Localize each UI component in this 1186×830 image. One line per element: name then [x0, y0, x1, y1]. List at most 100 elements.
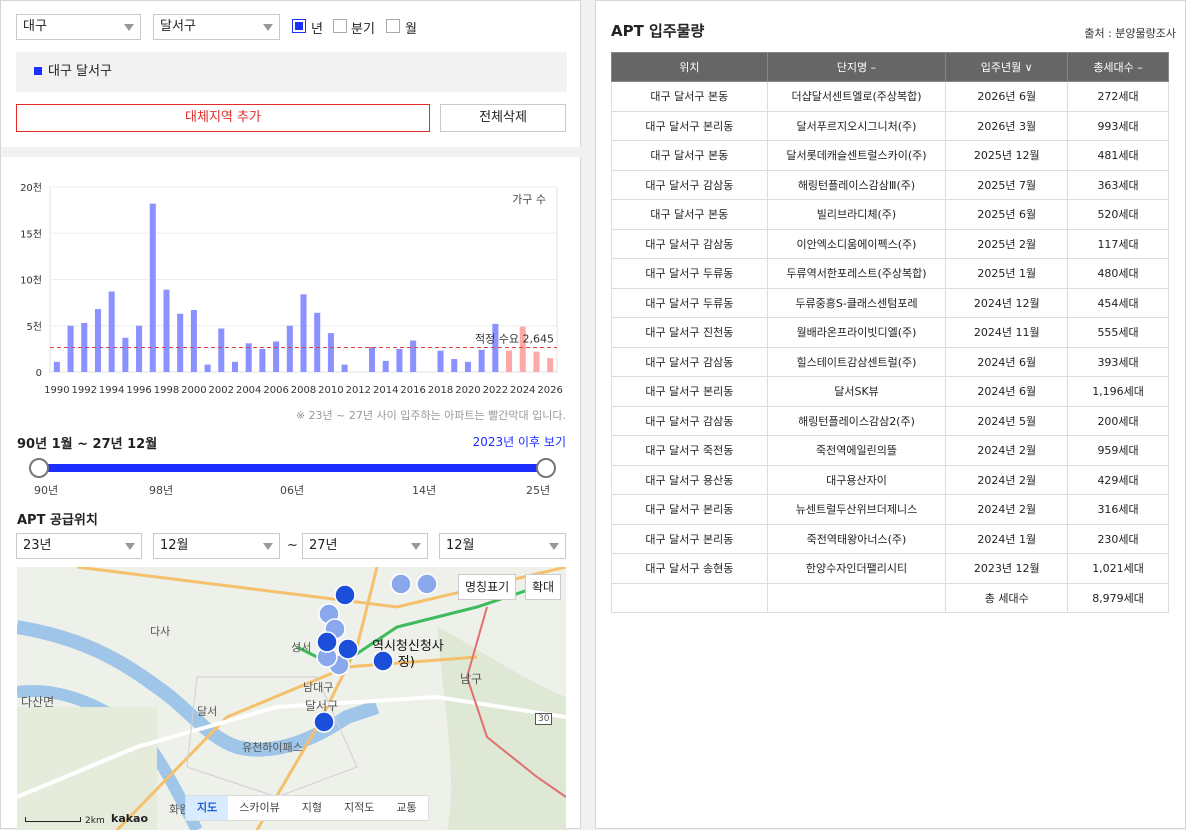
cell-complex-name: 힐스테이트감삼센트럴(주) [766, 346, 947, 377]
cell-complex-name: 해링턴플레이스감삼Ⅲ(주) [766, 169, 947, 200]
table-row[interactable]: 대구 달서구 두류동 두류역서한포레스트(주상복합) 2025년 1월 480세대 [611, 258, 1169, 289]
cell-total-units: 117세대 [1067, 228, 1169, 259]
cell-move-in-date: 2024년 11월 [945, 317, 1069, 348]
cell-location: 대구 달서구 용산동 [611, 464, 768, 495]
table-row[interactable]: 대구 달서구 본리동 달서SK뷰 2024년 6월 1,196세대 [611, 376, 1169, 407]
selected-region-box: 대구 달서구 [16, 52, 567, 92]
map-type-terrain[interactable]: 지형 [291, 796, 333, 820]
map-zoom-button[interactable]: 확대 [525, 574, 562, 600]
map-type-traffic[interactable]: 교통 [385, 796, 427, 820]
cell-move-in-date: 2025년 7월 [945, 169, 1069, 200]
x-tick-label: 2000 [181, 385, 206, 396]
section-divider [1, 147, 582, 157]
bar [533, 351, 540, 372]
kakao-logo: kakao [111, 812, 149, 825]
bar [94, 309, 101, 372]
col-move-in-date[interactable]: 입주년월 ∨ [945, 52, 1069, 82]
cell-complex-name: 대구용산자이 [766, 464, 947, 495]
bar [368, 347, 376, 372]
x-tick-label: 2020 [455, 385, 480, 396]
cell-location: 대구 달서구 진천동 [611, 317, 768, 348]
cell-move-in-date: 2024년 6월 [945, 376, 1069, 407]
table-row[interactable]: 대구 달서구 송현동 한양수자인더팰리시티 2023년 12월 1,021세대 [611, 553, 1169, 584]
table-row[interactable]: 대구 달서구 감삼동 이안엑소디움에이펙스(주) 2025년 2월 117세대 [611, 228, 1169, 259]
x-tick-label: 2010 [318, 385, 343, 396]
cell-move-in-date: 2024년 2월 [945, 464, 1069, 495]
table-row[interactable]: 대구 달서구 감삼동 해링턴플레이스감삼2(주) 2024년 5월 200세대 [611, 405, 1169, 436]
supply-map[interactable]: 역시청신청사 (30 정) 남구 달서구 다사 다산면 성서 달서 남대구 유천… [17, 567, 566, 830]
x-tick-label: 1998 [154, 385, 179, 396]
to-month-value: 12월 [446, 538, 475, 553]
district-select-value: 달서구 [160, 19, 196, 34]
col-total-units[interactable]: 총세대수 – [1067, 52, 1169, 82]
cell-total-units: 959세대 [1067, 435, 1169, 466]
district-select[interactable]: 달서구 [153, 14, 280, 40]
map-name-toggle-button[interactable]: 명칭표기 [458, 574, 517, 600]
bar [547, 358, 554, 372]
table-row[interactable]: 대구 달서구 두류동 두류중흥S-클래스센텀포레 2024년 12월 454세대 [611, 287, 1169, 318]
chevron-down-icon [124, 24, 134, 31]
range-label: 90년 1월 ~ 27년 12월 [17, 437, 158, 452]
table-row[interactable]: 대구 달서구 본리동 죽전역태왕아너스(주) 2024년 1월 230세대 [611, 523, 1169, 554]
cell-location: 대구 달서구 감삼동 [611, 346, 768, 377]
cell-location: 대구 달서구 본동 [611, 140, 768, 171]
map-type-switcher: 지도 스카이뷰 지형 지적도 교통 [185, 795, 429, 821]
table-row[interactable]: 대구 달서구 본동 달서롯데캐슬센트럴스카이(주) 2025년 12월 481세대 [611, 140, 1169, 171]
total-empty [766, 582, 947, 613]
chevron-down-icon [125, 543, 135, 550]
cell-location: 대구 달서구 본리동 [611, 523, 768, 554]
cell-total-units: 454세대 [1067, 287, 1169, 318]
slider-tick: 25년 [526, 484, 551, 497]
table-row[interactable]: 대구 달서구 진천동 월배라온프라이빗디엘(주) 2024년 11월 555세대 [611, 317, 1169, 348]
table-row[interactable]: 대구 달서구 본리동 달서푸르지오시그니처(주) 2026년 3월 993세대 [611, 110, 1169, 141]
delete-all-button[interactable]: 전체삭제 [440, 104, 566, 132]
col-complex-name[interactable]: 단지명 – [766, 52, 947, 82]
map-type-cadastral[interactable]: 지적도 [333, 796, 385, 820]
bar [53, 361, 60, 372]
table-row[interactable]: 대구 달서구 용산동 대구용산자이 2024년 2월 429세대 [611, 464, 1169, 495]
to-year-select[interactable]: 27년 [302, 533, 428, 559]
cell-complex-name: 죽전역에일린의뜰 [766, 435, 947, 466]
period-month-checkbox[interactable] [386, 19, 400, 33]
chevron-down-icon [263, 24, 273, 31]
x-tick-label: 1990 [44, 385, 69, 396]
table-row[interactable]: 대구 달서구 감삼동 해링턴플레이스감삼Ⅲ(주) 2025년 7월 363세대 [611, 169, 1169, 200]
map-type-map[interactable]: 지도 [186, 796, 229, 820]
table-row[interactable]: 대구 달서구 본동 빌리브라디체(주) 2025년 6월 520세대 [611, 199, 1169, 230]
cell-complex-name: 더샵달서센트엘로(주상복합) [766, 81, 947, 112]
slider-end-handle[interactable] [536, 458, 556, 478]
after-2023-link[interactable]: 2023년 이후 보기 [421, 433, 566, 450]
period-year-checkbox[interactable] [292, 19, 306, 33]
bar [437, 350, 444, 372]
year-range-slider[interactable] [39, 464, 547, 472]
map-type-skyview[interactable]: 스카이뷰 [228, 796, 290, 820]
cell-complex-name: 달서롯데캐슬센트럴스카이(주) [766, 140, 947, 171]
cell-move-in-date: 2025년 1월 [945, 258, 1069, 289]
to-month-select[interactable]: 12월 [439, 533, 566, 559]
from-year-select[interactable]: 23년 [16, 533, 142, 559]
table-row[interactable]: 대구 달서구 본동 더샵달서센트엘로(주상복합) 2026년 6월 272세대 [611, 81, 1169, 112]
cell-complex-name: 이안엑소디움에이펙스(주) [766, 228, 947, 259]
add-region-button[interactable]: 대체지역 추가 [16, 104, 430, 132]
slider-tick: 90년 [34, 484, 59, 497]
from-month-select[interactable]: 12월 [153, 533, 280, 559]
map-markers [313, 573, 438, 733]
total-row: 총 세대수 8,979세대 [611, 582, 1169, 613]
map-scale-label: 2km [85, 816, 105, 826]
table-row[interactable]: 대구 달서구 죽전동 죽전역에일린의뜰 2024년 2월 959세대 [611, 435, 1169, 466]
bar [464, 361, 471, 372]
cell-total-units: 200세대 [1067, 405, 1169, 436]
cell-complex-name: 해링턴플레이스감삼2(주) [766, 405, 947, 436]
cell-complex-name: 한양수자인더팰리시티 [766, 553, 947, 584]
chart-note: ※ 23년 ~ 27년 사이 입주하는 아파트는 빨간막대 입니다. [295, 409, 566, 422]
table-row[interactable]: 대구 달서구 감삼동 힐스테이트감삼센트럴(주) 2024년 6월 393세대 [611, 346, 1169, 377]
slider-start-handle[interactable] [29, 458, 49, 478]
cell-location: 대구 달서구 감삼동 [611, 228, 768, 259]
period-quarter-checkbox[interactable] [333, 19, 347, 33]
legend-label: 가구 수 [512, 193, 546, 206]
table-row[interactable]: 대구 달서구 본리동 뉴센트럴두산위브더제니스 2024년 2월 316세대 [611, 494, 1169, 525]
reference-line-label: 적정 수요 2,645 [475, 333, 554, 346]
city-select[interactable]: 대구 [16, 14, 141, 40]
bar [341, 364, 348, 372]
x-tick-label: 2006 [263, 385, 288, 396]
